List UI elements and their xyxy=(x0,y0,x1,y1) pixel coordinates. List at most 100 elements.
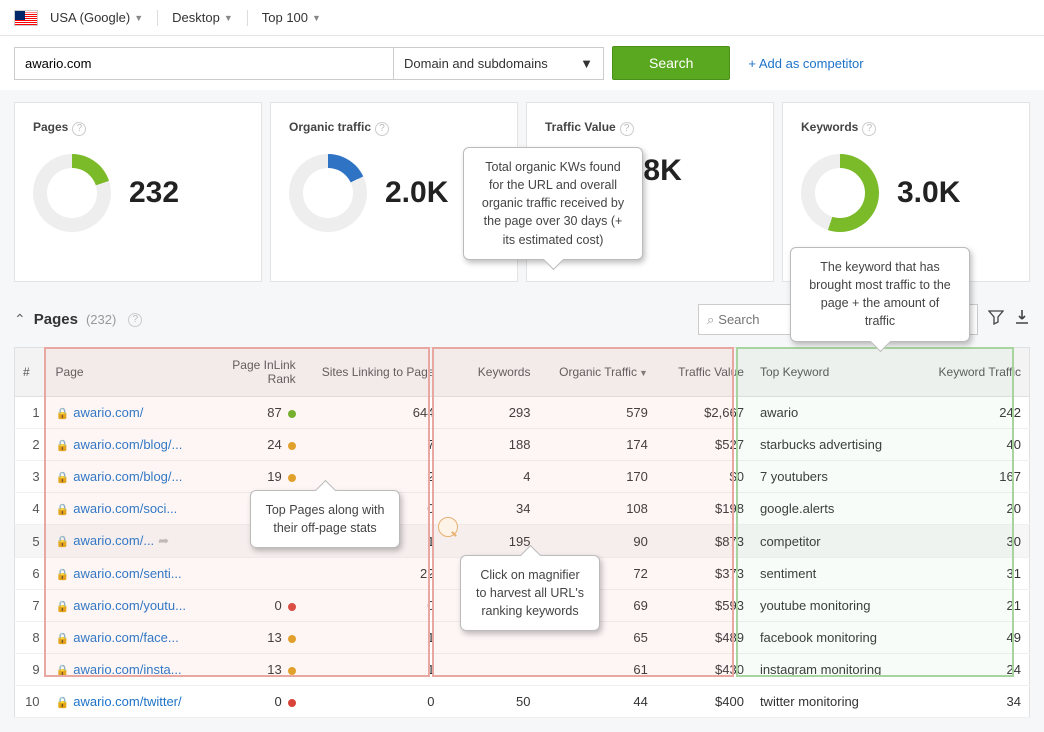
add-competitor-link[interactable]: + Add as competitor xyxy=(748,56,863,71)
search-button[interactable]: Search xyxy=(612,46,730,80)
table-row[interactable]: 1🔒awario.com/87644293579$2,667awario242 xyxy=(15,397,1030,429)
callout-magnifier: Click on magnifier to harvest all URL's … xyxy=(460,555,600,631)
row-keyword-traffic: 242 xyxy=(923,397,1030,429)
row-keywords xyxy=(442,654,538,686)
page-link[interactable]: awario.com/youtu... xyxy=(73,598,186,613)
pages-table: # Page Page InLink Rank Sites Linking to… xyxy=(14,347,1030,718)
lock-icon: 🔒 xyxy=(56,440,70,452)
row-index: 4 xyxy=(15,493,48,525)
col-keywords[interactable]: Keywords xyxy=(442,348,538,397)
row-index: 2 xyxy=(15,429,48,461)
row-keywords: 34 xyxy=(442,493,538,525)
lock-icon: 🔒 xyxy=(56,504,70,516)
row-organic: 579 xyxy=(538,397,655,429)
row-rank: 13 xyxy=(197,654,304,686)
row-page: 🔒awario.com/ xyxy=(48,397,197,429)
row-keywords: 188 xyxy=(442,429,538,461)
row-top-keyword: sentiment xyxy=(752,558,923,590)
row-keyword-traffic: 20 xyxy=(923,493,1030,525)
col-keyword-traffic[interactable]: Keyword Traffic xyxy=(923,348,1030,397)
lock-icon: 🔒 xyxy=(56,665,70,677)
chevron-down-icon: ▼ xyxy=(134,13,143,23)
table-row[interactable]: 9🔒awario.com/insta...13161$430instagram … xyxy=(15,654,1030,686)
section-count: (232) xyxy=(86,312,116,327)
col-traffic-value[interactable]: Traffic Value xyxy=(656,348,752,397)
row-keyword-traffic: 24 xyxy=(923,654,1030,686)
page-link[interactable]: awario.com/face... xyxy=(73,630,179,645)
row-organic: 61 xyxy=(538,654,655,686)
row-traffic-value: $527 xyxy=(656,429,752,461)
device-select[interactable]: Desktop▼ xyxy=(166,6,239,29)
lock-icon: 🔒 xyxy=(56,408,70,420)
rank-dot xyxy=(288,635,296,643)
rank-dot xyxy=(288,474,296,482)
rank-dot xyxy=(288,667,296,675)
page-link[interactable]: awario.com/soci... xyxy=(73,501,177,516)
row-page: 🔒awario.com/blog/... xyxy=(48,429,197,461)
row-keyword-traffic: 167 xyxy=(923,461,1030,493)
share-icon[interactable]: ➦ xyxy=(158,533,169,548)
table-row[interactable]: 3🔒awario.com/blog/...1924170$07 youtuber… xyxy=(15,461,1030,493)
col-rank[interactable]: Page InLink Rank xyxy=(197,348,304,397)
download-icon[interactable] xyxy=(1014,309,1030,330)
top-select[interactable]: Top 100▼ xyxy=(256,6,327,29)
row-index: 9 xyxy=(15,654,48,686)
row-top-keyword: instagram monitoring xyxy=(752,654,923,686)
filter-icon[interactable] xyxy=(988,309,1004,330)
row-top-keyword: starbucks advertising xyxy=(752,429,923,461)
page-link[interactable]: awario.com/blog/... xyxy=(73,437,182,452)
row-traffic-value: $873 xyxy=(656,525,752,558)
page-link[interactable]: awario.com/insta... xyxy=(73,662,181,677)
col-sites[interactable]: Sites Linking to Page xyxy=(304,348,443,397)
page-link[interactable]: awario.com/... xyxy=(73,533,154,548)
lock-icon: 🔒 xyxy=(56,633,70,645)
row-page: 🔒awario.com/senti... xyxy=(48,558,197,590)
col-page[interactable]: Page xyxy=(48,348,197,397)
row-traffic-value: $0 xyxy=(656,461,752,493)
col-index[interactable]: # xyxy=(15,348,48,397)
search-row: Domain and subdomains▼ Search + Add as c… xyxy=(0,36,1044,90)
magnifier-icon[interactable] xyxy=(438,517,458,537)
row-index: 5 xyxy=(15,525,48,558)
scope-select[interactable]: Domain and subdomains▼ xyxy=(393,48,603,79)
row-page: 🔒awario.com/... ➦ xyxy=(48,525,197,558)
row-organic: 90 xyxy=(538,525,655,558)
row-sites: 22 xyxy=(304,558,443,590)
table-row[interactable]: 2🔒awario.com/blog/...247188174$527starbu… xyxy=(15,429,1030,461)
row-top-keyword: facebook monitoring xyxy=(752,622,923,654)
col-top-keyword[interactable]: Top Keyword xyxy=(752,348,923,397)
search-icon: ⌕ xyxy=(707,312,714,328)
help-icon[interactable]: ? xyxy=(128,313,142,327)
row-sites: 7 xyxy=(304,429,443,461)
table-header-row: # Page Page InLink Rank Sites Linking to… xyxy=(15,348,1030,397)
page-link[interactable]: awario.com/senti... xyxy=(73,566,181,581)
lock-icon: 🔒 xyxy=(56,569,70,581)
row-organic: 174 xyxy=(538,429,655,461)
col-organic[interactable]: Organic Traffic▼ xyxy=(538,348,655,397)
rank-dot xyxy=(288,699,296,707)
country-select[interactable]: USA (Google)▼ xyxy=(44,6,149,29)
row-rank: 24 xyxy=(197,429,304,461)
lock-icon: 🔒 xyxy=(56,536,70,548)
row-keyword-traffic: 21 xyxy=(923,590,1030,622)
help-icon[interactable]: ? xyxy=(72,122,86,136)
row-top-keyword: 7 youtubers xyxy=(752,461,923,493)
help-icon[interactable]: ? xyxy=(862,122,876,136)
table-row[interactable]: 4🔒awario.com/soci...034108$198google.ale… xyxy=(15,493,1030,525)
help-icon[interactable]: ? xyxy=(620,122,634,136)
row-index: 8 xyxy=(15,622,48,654)
page-link[interactable]: awario.com/ xyxy=(73,405,143,420)
row-top-keyword: competitor xyxy=(752,525,923,558)
callout-kws: Total organic KWs found for the URL and … xyxy=(463,147,643,260)
page-link[interactable]: awario.com/blog/... xyxy=(73,469,182,484)
rank-dot xyxy=(288,410,296,418)
collapse-icon[interactable]: ⌃ xyxy=(14,311,26,328)
row-traffic-value: $430 xyxy=(656,654,752,686)
row-traffic-value: $593 xyxy=(656,590,752,622)
flag-icon xyxy=(14,10,38,26)
help-icon[interactable]: ? xyxy=(375,122,389,136)
row-page: 🔒awario.com/face... xyxy=(48,622,197,654)
domain-input[interactable] xyxy=(15,48,393,79)
row-traffic-value: $489 xyxy=(656,622,752,654)
row-sites: 1 xyxy=(304,622,443,654)
